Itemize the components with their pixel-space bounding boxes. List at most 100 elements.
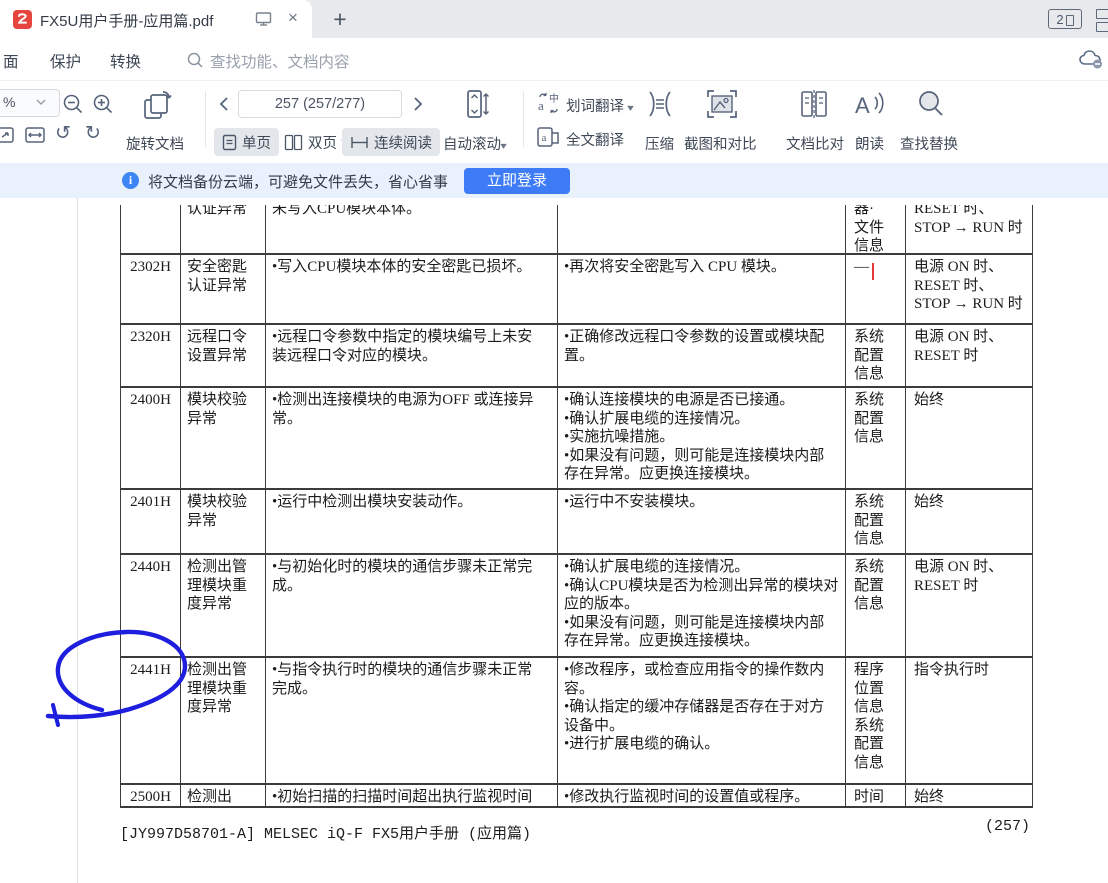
cell-solution: •正确修改远程口令参数的设置或模块配 置。 <box>558 325 846 386</box>
auto-scroll-icon[interactable] <box>462 86 492 122</box>
word-translate-icon[interactable]: a 中 <box>536 91 561 115</box>
monitor-icon[interactable] <box>255 11 272 27</box>
rotate-document-label[interactable]: 旋转文档 <box>126 133 184 154</box>
screenshot-compare-icon[interactable] <box>706 89 738 119</box>
toolbar: % <box>0 80 1108 157</box>
rotate-cw-icon[interactable]: ↻ <box>85 122 101 145</box>
cell-diag: 系统 配置 信息 <box>846 555 906 656</box>
cell-cause: •检测出连接模块的电源为OFF 或连接异 常。 <box>266 388 558 488</box>
zoom-out-icon[interactable] <box>62 93 84 115</box>
read-aloud-icon[interactable]: A <box>853 89 887 119</box>
cell-timing: 电源 ON 时、 RESET 时 <box>906 555 1033 656</box>
cell-timing: RESET 时、 STOP → RUN 时 <box>906 205 1033 253</box>
cell-solution: •运行中不安装模块。 <box>558 490 846 553</box>
rotate-ccw-icon[interactable]: ↺ <box>55 122 71 145</box>
toolbar-divider <box>523 91 524 147</box>
table-row: 2441H检测出管理模块重度异常•与指令执行时的模块的通信步骤未正常 完成。•修… <box>121 658 1033 785</box>
cell-code: 2401H <box>121 490 181 553</box>
login-button[interactable]: 立即登录 <box>464 168 570 194</box>
cell-timing: 始终 <box>906 490 1033 553</box>
cell-name: 检测出 <box>181 785 266 806</box>
next-page-icon[interactable] <box>410 94 426 114</box>
svg-text:A: A <box>855 93 870 118</box>
menu-page[interactable]: 面 <box>3 50 19 72</box>
search-icon[interactable] <box>186 51 204 69</box>
prev-page-icon[interactable] <box>216 94 232 114</box>
doc-compare-label[interactable]: 文档比对 <box>786 133 844 154</box>
text-cursor <box>872 263 874 280</box>
new-tab-button[interactable]: + <box>326 3 354 35</box>
compress-label[interactable]: 压缩 <box>645 133 674 154</box>
cloud-sync-icon[interactable] <box>1078 47 1105 71</box>
doc-compare-icon[interactable] <box>799 89 829 119</box>
screenshot-compare-label[interactable]: 截图和对比 <box>684 133 757 154</box>
cell-cause: •远程口令参数中指定的模块编号上未安 装远程口令对应的模块。 <box>266 325 558 386</box>
cell-solution: •修改程序，或检查应用指令的操作数内 容。 •确认指定的缓冲存储器是否存在于对方… <box>558 658 846 783</box>
cell-cause: •运行中检测出模块安装动作。 <box>266 490 558 553</box>
page-edge-line <box>77 198 78 883</box>
menu-bar: 面 保护 转换 查找功能、文档内容 <box>0 38 1108 80</box>
cell-name: 安全密匙认证异常 <box>181 255 266 323</box>
full-translate-icon[interactable]: a <box>536 125 561 149</box>
cell-diag: 时间 <box>846 785 906 806</box>
cell-timing: 电源 ON 时、 RESET 时、 STOP → RUN 时 <box>906 255 1033 323</box>
cell-code: 2320H <box>121 325 181 386</box>
cell-solution <box>558 205 846 253</box>
compress-icon[interactable] <box>645 90 675 118</box>
cell-diag: 程序 位置 信息 系统 配置 信息 <box>846 658 906 783</box>
cell-cause: •初始扫描的扫描时间超出执行监视时间 <box>266 785 558 806</box>
cell-timing: 指令执行时 <box>906 658 1033 783</box>
cell-diag: 系统 配置 信息 <box>846 490 906 553</box>
svg-text:中: 中 <box>549 92 559 105</box>
cell-code: 2302H <box>121 255 181 323</box>
table-row: 2320H远程口令设置异常•远程口令参数中指定的模块编号上未安 装远程口令对应的… <box>121 325 1033 388</box>
error-table: 认证异常未写入CPU模块本体。 器· 文件 信息RESET 时、 STOP → R… <box>120 205 1033 808</box>
find-replace-icon[interactable] <box>916 89 946 119</box>
fit-page-icon[interactable] <box>0 125 16 145</box>
word-translate-label[interactable]: 划词翻译 ▾ <box>566 95 633 116</box>
tab-title: FX5U用户手册-应用篇.pdf <box>40 10 213 31</box>
cell-solution: •确认连接模块的电源是否已接通。 •确认扩展电缆的连接情况。 •实施抗噪措施。 … <box>558 388 846 488</box>
cell-diag: 器· 文件 信息 <box>846 205 906 253</box>
find-replace-label[interactable]: 查找替换 <box>900 133 958 154</box>
chevron-down-icon <box>35 98 47 106</box>
banner-text: 将文档备份云端，可避免文件丢失，省心省事 <box>148 171 448 192</box>
page-footer-left: [JY997D58701-A] MELSEC iQ-F FX5用户手册 (应用篇… <box>120 822 531 843</box>
single-page-button[interactable]: 单页 <box>214 128 279 156</box>
cell-solution: •修改执行监视时间的设置值或程序。 <box>558 785 846 806</box>
cell-cause: 未写入CPU模块本体。 <box>266 205 558 253</box>
svg-text:a: a <box>538 98 544 113</box>
cell-diag: 系统 配置 信息 <box>846 388 906 488</box>
cell-name: 模块校验异常 <box>181 388 266 488</box>
auto-scroll-label[interactable]: 自动滚动▾ <box>443 133 506 154</box>
document-tab[interactable]: FX5U用户手册-应用篇.pdf × <box>0 0 312 38</box>
single-page-icon <box>222 134 237 151</box>
zoom-level-select[interactable]: % <box>0 89 60 117</box>
pdf-app-icon <box>13 10 32 29</box>
rotate-document-icon[interactable] <box>139 88 175 124</box>
close-tab-icon[interactable]: × <box>283 6 303 30</box>
cell-diag: 系统 配置 信息 <box>846 325 906 386</box>
table-row: 2440H检测出管理模块重度异常•与初始化时的模块的通信步骤未正常完 成。•确认… <box>121 555 1033 658</box>
layout-panel-icon[interactable] <box>1096 9 1108 35</box>
cell-name: 认证异常 <box>181 205 266 253</box>
fit-width-icon[interactable] <box>24 125 46 145</box>
read-aloud-label[interactable]: 朗读 <box>855 133 884 154</box>
search-input[interactable]: 查找功能、文档内容 <box>210 50 350 72</box>
menu-protect[interactable]: 保护 <box>50 50 81 72</box>
tab-count-badge[interactable]: 2 <box>1048 9 1082 29</box>
zoom-in-icon[interactable] <box>92 93 114 115</box>
cell-code: 2400H <box>121 388 181 488</box>
full-translate-label[interactable]: 全文翻译 <box>566 129 624 150</box>
layout-mini-icon <box>1066 15 1074 26</box>
cell-timing: 始终 <box>906 388 1033 488</box>
table-row: 2500H检测出•初始扫描的扫描时间超出执行监视时间•修改执行监视时间的设置值或… <box>121 785 1033 808</box>
cell-code <box>121 205 181 253</box>
page-number-input[interactable]: 257 (257/277) <box>238 90 402 118</box>
cell-name: 远程口令设置异常 <box>181 325 266 386</box>
svg-text:a: a <box>542 132 547 144</box>
continuous-read-button[interactable]: 连续阅读 <box>342 128 440 156</box>
cell-diag: — <box>846 255 906 323</box>
cell-name: 模块校验异常 <box>181 490 266 553</box>
menu-convert[interactable]: 转换 <box>110 50 141 72</box>
